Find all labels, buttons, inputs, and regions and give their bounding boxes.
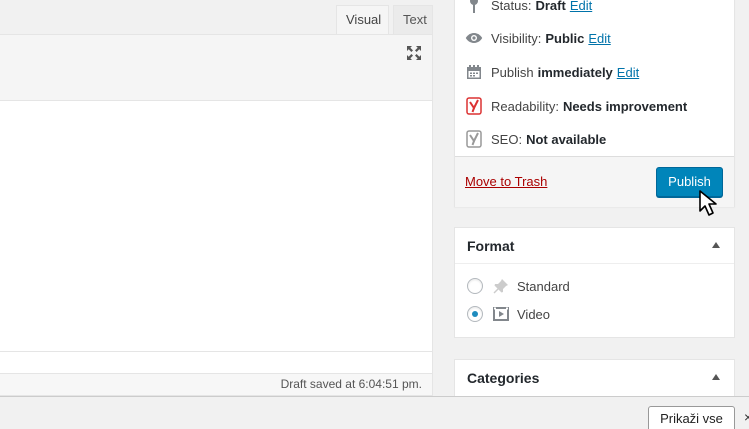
editor-status-bar: Draft saved at 6:04:51 pm. [0,351,432,395]
status-inner: Draft saved at 6:04:51 pm. [0,373,432,395]
tab-visual[interactable]: Visual [336,5,389,35]
status-value: Draft [535,0,566,13]
calendar-icon [465,63,483,81]
publish-time-edit-link[interactable]: Edit [617,65,639,80]
format-option-video[interactable]: Video [467,304,550,324]
close-icon[interactable]: × [744,409,749,425]
visibility-row: Visibility: Public Edit [465,28,611,48]
seo-row: SEO: Not available [465,129,606,149]
download-bar: Prikaži vse × [0,396,749,429]
radio-standard[interactable] [467,278,483,294]
format-option-standard[interactable]: Standard [467,276,570,296]
categories-title: Categories [467,370,540,386]
tab-text[interactable]: Text [393,5,433,35]
pushpin-icon [491,276,511,296]
eye-icon [465,29,483,47]
categories-header[interactable]: Categories [455,360,734,396]
publish-actions: Move to Trash Publish [455,156,734,207]
publish-time-row: Publish immediately Edit [465,62,639,82]
format-box: Format Standard Video [454,227,735,338]
format-header[interactable]: Format [455,228,734,264]
radio-video[interactable] [467,306,483,322]
readability-label: Readability: [491,98,559,114]
publish-time-label: Publish [491,64,534,80]
publish-box: Status: Draft Edit Visibility: Public Ed… [454,0,735,207]
yoast-red-icon [465,97,483,115]
readability-value: Needs improvement [562,98,688,114]
visibility-label: Visibility: [491,30,542,46]
yoast-gray-icon [465,130,483,148]
mouse-cursor-icon [697,189,723,217]
editor-box: Draft saved at 6:04:51 pm. [0,34,433,396]
fullscreen-icon[interactable] [404,43,424,63]
format-video-label: Video [517,306,551,322]
pin-icon [465,0,483,14]
format-standard-label: Standard [517,278,570,294]
collapse-arrow-icon[interactable] [712,374,720,380]
show-all-button[interactable]: Prikaži vse [648,406,735,429]
seo-label: SEO: [491,131,523,147]
visibility-value: Public [545,30,585,46]
move-to-trash-link[interactable]: Move to Trash [465,174,547,189]
seo-value: Not available [526,131,607,147]
status-row: Status: Draft Edit [465,0,592,15]
format-title: Format [467,238,515,254]
visibility-edit-link[interactable]: Edit [588,31,610,46]
draft-saved-text: Draft saved at 6:04:51 pm. [280,377,422,391]
editor-content[interactable] [0,101,432,353]
status-edit-link[interactable]: Edit [570,0,592,13]
video-icon [491,304,511,324]
editor-tabs: Visual Text [0,0,433,35]
editor-toolbar [0,35,432,101]
status-label: Status: [491,0,532,13]
publish-time-value: immediately [537,64,613,80]
collapse-arrow-icon[interactable] [712,242,720,248]
readability-row: Readability: Needs improvement [465,96,687,116]
